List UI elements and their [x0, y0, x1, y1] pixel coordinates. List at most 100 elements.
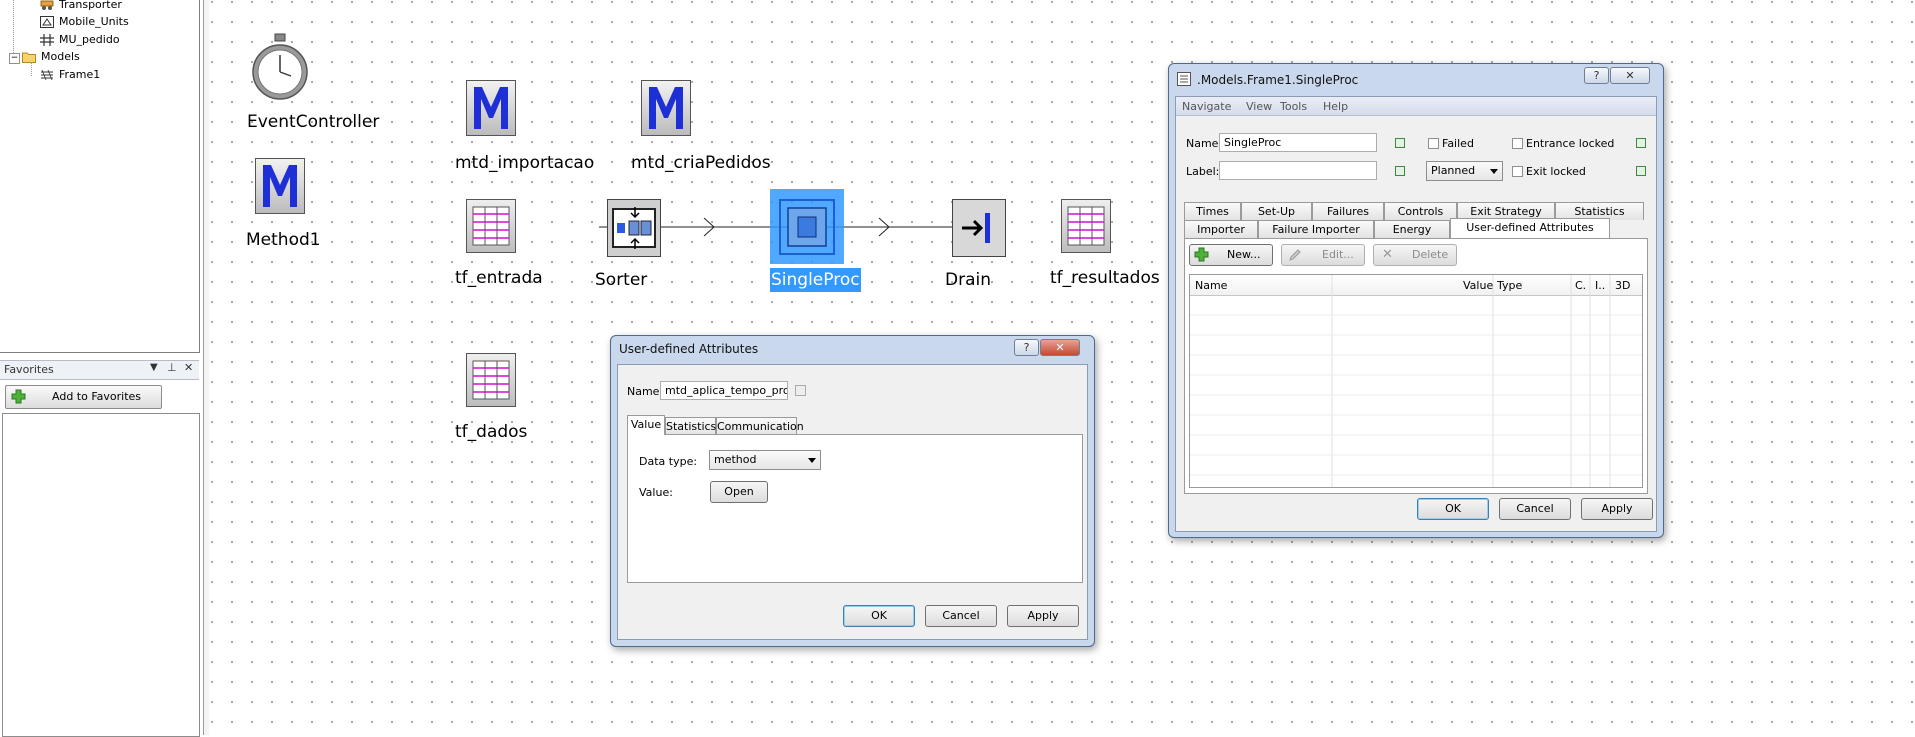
tab-user-defined-attributes[interactable]: User-defined Attributes	[1450, 218, 1610, 238]
help-button[interactable]: ?	[1584, 67, 1609, 84]
node-label-mtd-importacao: mtd_importacao	[455, 153, 595, 173]
close-button[interactable]: ✕	[1040, 339, 1080, 356]
inherit-indicator[interactable]	[1395, 138, 1405, 148]
node-label-tf-entrada: tf_entrada	[455, 268, 543, 288]
menu-tools[interactable]: Tools	[1280, 100, 1307, 113]
add-to-favorites-button[interactable]: Add to Favorites	[5, 385, 162, 409]
favorites-title: Favorites	[4, 363, 54, 376]
planned-select[interactable]: Planned	[1426, 161, 1503, 181]
data-type-select[interactable]: method	[709, 450, 821, 470]
singleproc-window-icon	[1177, 72, 1191, 86]
collapse-toggle[interactable]: −	[9, 53, 20, 64]
tree-item-frame1[interactable]: Frame1	[40, 67, 100, 83]
tab-energy[interactable]: Energy	[1374, 220, 1450, 238]
exit-locked-label: Exit locked	[1526, 165, 1586, 178]
sorter-icon[interactable]	[607, 199, 661, 257]
table-grid	[1190, 275, 1642, 487]
method-icon[interactable]	[466, 80, 516, 136]
data-type-label: Data type:	[639, 455, 698, 468]
add-icon	[1194, 247, 1209, 262]
cancel-button[interactable]: Cancel	[925, 605, 997, 627]
value-label: Value:	[639, 486, 673, 499]
tree-item-label: Mobile_Units	[59, 15, 129, 28]
open-button[interactable]: Open	[710, 481, 768, 503]
folder-icon	[22, 52, 36, 63]
table-icon[interactable]	[466, 353, 516, 407]
menu-view[interactable]: View	[1246, 100, 1272, 113]
node-label-sorter: Sorter	[595, 270, 648, 290]
node-label-tf-resultados: tf_resultados	[1050, 268, 1160, 288]
help-button[interactable]: ?	[1014, 339, 1039, 356]
entrance-locked-checkbox[interactable]	[1512, 138, 1523, 149]
tab-importer[interactable]: Importer	[1184, 220, 1258, 238]
singleproc-dialog-body: Navigate View Tools Help Name: SinglePro…	[1175, 96, 1657, 532]
tree-item-label: MU_pedido	[59, 33, 120, 46]
method-icon[interactable]	[641, 80, 691, 136]
tab-communication[interactable]: Communication	[716, 417, 804, 435]
dropdown-icon[interactable]: ▼	[150, 362, 158, 373]
tab-times[interactable]: Times	[1184, 202, 1241, 220]
edit-button-label: Edit...	[1322, 248, 1354, 261]
data-type-value: method	[714, 453, 757, 466]
table-icon[interactable]	[466, 199, 516, 253]
tree-item-mobile-units[interactable]: Mobile_Units	[40, 14, 129, 30]
grid-icon	[40, 34, 54, 46]
name-field[interactable]: SingleProc	[1219, 133, 1377, 152]
delete-button[interactable]: ✕ Delete	[1373, 244, 1457, 266]
name-options-icon[interactable]	[795, 385, 806, 396]
tab-statistics[interactable]: Statistics	[665, 417, 716, 435]
inherit-indicator[interactable]	[1636, 166, 1646, 176]
tree-item-label: Transporter	[59, 0, 122, 11]
favorites-header: Favorites ▼ ⊥ ✕	[0, 360, 199, 380]
singleproc-icon[interactable]	[778, 198, 836, 256]
pin-icon[interactable]: ⊥	[167, 361, 177, 374]
inherit-indicator[interactable]	[1395, 166, 1405, 176]
tree-item-mu-pedido[interactable]: MU_pedido	[40, 32, 120, 48]
tab-panel: New... Edit... ✕ Delete Name Value Type …	[1184, 238, 1648, 494]
tab-failures[interactable]: Failures	[1312, 202, 1384, 220]
ok-button[interactable]: OK	[1417, 498, 1489, 520]
planned-value: Planned	[1431, 164, 1476, 177]
edit-button[interactable]: Edit...	[1281, 244, 1365, 266]
close-button[interactable]: ✕	[1610, 67, 1650, 84]
frame-icon	[41, 69, 53, 81]
tab-set-up[interactable]: Set-Up	[1241, 202, 1312, 220]
tab-controls[interactable]: Controls	[1384, 202, 1457, 220]
label-label: Label:	[1186, 165, 1220, 178]
drain-icon[interactable]	[952, 199, 1006, 257]
cancel-button[interactable]: Cancel	[1499, 498, 1571, 520]
new-button-label: New...	[1227, 248, 1261, 261]
add-icon	[11, 389, 26, 404]
table-icon[interactable]	[1061, 199, 1111, 253]
singleproc-dialog: .Models.Frame1.SingleProc ? ✕ Navigate V…	[1168, 63, 1664, 538]
stopwatch-icon[interactable]	[251, 32, 309, 102]
tab-value[interactable]: Value	[627, 415, 665, 435]
exit-locked-checkbox[interactable]	[1512, 166, 1523, 177]
favorites-list[interactable]	[2, 413, 200, 737]
inherit-indicator[interactable]	[1636, 138, 1646, 148]
tree-item-transporter[interactable]: Transporter	[40, 0, 122, 13]
menu-help[interactable]: Help	[1323, 100, 1348, 113]
menu-bar: Navigate View Tools Help	[1176, 97, 1656, 116]
apply-button[interactable]: Apply	[1007, 605, 1079, 627]
menu-navigate[interactable]: Navigate	[1182, 100, 1231, 113]
new-button[interactable]: New...	[1189, 244, 1273, 266]
delete-button-label: Delete	[1412, 248, 1449, 261]
attributes-table[interactable]: Name Value Type C. I.. 3D	[1189, 274, 1643, 488]
uda-dialog-title: User-defined Attributes	[619, 342, 759, 356]
mobile-units-icon	[40, 16, 54, 28]
method-icon[interactable]	[255, 158, 305, 214]
name-field[interactable]: mtd_aplica_tempo_proc	[660, 381, 788, 400]
class-library-tree[interactable]: Transporter Mobile_Units MU_pedido − Mod…	[0, 0, 200, 353]
node-label-eventcontroller: EventController	[247, 112, 380, 132]
tab-failure-importer[interactable]: Failure Importer	[1258, 220, 1374, 238]
node-label-drain: Drain	[945, 270, 991, 290]
label-field[interactable]	[1219, 161, 1377, 180]
failed-checkbox[interactable]	[1428, 138, 1439, 149]
pencil-icon	[1289, 249, 1301, 261]
node-label-tf-dados: tf_dados	[455, 422, 528, 442]
close-icon[interactable]: ✕	[184, 361, 193, 374]
apply-button[interactable]: Apply	[1581, 498, 1653, 520]
delete-icon: ✕	[1382, 247, 1393, 262]
ok-button[interactable]: OK	[843, 605, 915, 627]
